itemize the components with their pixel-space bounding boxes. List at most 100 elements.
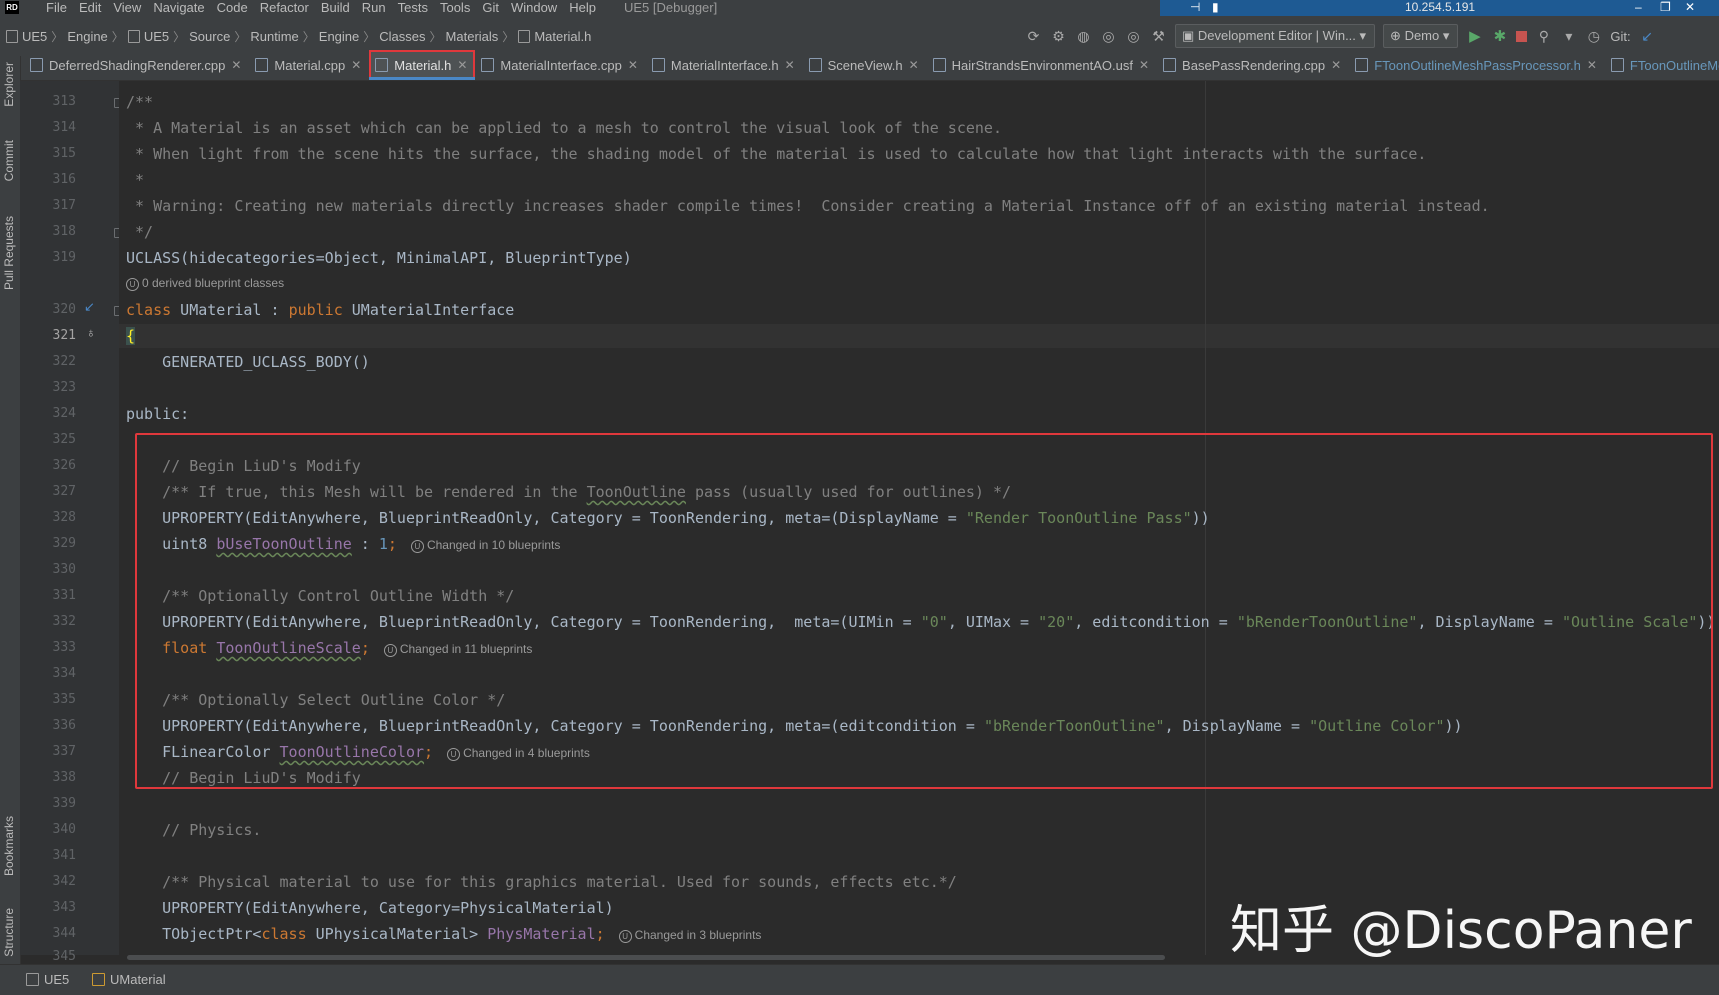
breadcrumb: UE5 〉 Engine 〉 UE5 〉 Source 〉 Runtime 〉 Engin… [6, 28, 591, 45]
override-marker-icon[interactable]: ↙ [84, 299, 95, 315]
tab-material-interface-h[interactable]: MaterialInterface.h ✕ [646, 50, 803, 80]
menu-window[interactable]: Window [505, 0, 563, 16]
line-number: 338 [52, 770, 76, 785]
tab-hair-strands-environment-ao[interactable]: HairStrandsEnvironmentAO.usf ✕ [927, 50, 1157, 80]
restore-icon[interactable]: ❐ [1660, 0, 1671, 14]
inlay-hint[interactable]: U Changed in 3 blueprints [618, 928, 761, 943]
header-file-icon [808, 58, 822, 72]
build-hammer-icon[interactable]: ⚒ [1150, 28, 1167, 45]
gear-icon[interactable]: ⚙ [1050, 28, 1067, 45]
close-icon[interactable]: ✕ [909, 58, 919, 72]
explorer-tool[interactable]: Explorer [2, 62, 16, 107]
line-number-gutter[interactable]: 313 314 315 316 317 318 319 320 321 322 … [20, 81, 124, 964]
history-icon[interactable]: ◷ [1585, 28, 1602, 45]
tab-deferred-shading-renderer[interactable]: DeferredShadingRenderer.cpp ✕ [24, 50, 249, 80]
project-select[interactable]: ⊕ Demo ▾ [1383, 24, 1459, 48]
breadcrumb-item[interactable]: UE5 〉 [6, 28, 67, 45]
tab-base-pass-rendering[interactable]: BasePassRendering.cpp ✕ [1157, 50, 1349, 80]
bookmarks-tool[interactable]: Bookmarks [2, 816, 16, 876]
horizontal-scrollbar[interactable] [127, 955, 1165, 960]
close-icon[interactable]: ✕ [1587, 58, 1597, 72]
breadcrumb-item[interactable]: Classes 〉 [379, 28, 445, 45]
chevron-right-icon: 〉 [363, 30, 376, 44]
controller-icon[interactable]: ◎ [1100, 28, 1117, 45]
menu-help[interactable]: Help [563, 0, 602, 16]
line-number: 330 [52, 562, 76, 577]
breadcrumb-item[interactable]: Engine 〉 [67, 28, 128, 45]
attach-icon[interactable]: ⚲ [1535, 28, 1552, 45]
chevron-down-icon: ▾ [1439, 28, 1450, 43]
menu-run[interactable]: Run [356, 0, 392, 16]
menu-refactor[interactable]: Refactor [254, 0, 315, 16]
pin-icon[interactable]: ⊣ [1190, 0, 1200, 14]
run-configuration-select[interactable]: ▣ Development Editor | Win... ▾ [1175, 24, 1376, 48]
breadcrumb-item[interactable]: UE5 〉 [127, 28, 189, 45]
inlay-hint[interactable]: U Changed in 10 blueprints [410, 538, 560, 553]
inlay-hint[interactable]: U Changed in 11 blueprints [383, 642, 532, 657]
close-icon[interactable]: ✕ [1139, 58, 1149, 72]
line-number: 336 [52, 718, 76, 733]
sync-icon[interactable]: ⟳ [1025, 28, 1042, 45]
line-number: 341 [52, 848, 76, 863]
menu-file[interactable]: File [40, 0, 73, 16]
close-icon[interactable]: ✕ [785, 58, 795, 72]
tab-scene-view-h[interactable]: SceneView.h ✕ [803, 50, 927, 80]
line-number: 314 [52, 120, 76, 135]
structure-tool[interactable]: Structure [2, 908, 16, 957]
close-icon[interactable]: ✕ [1331, 58, 1341, 72]
breadcrumb-item[interactable]: Materials 〉 [446, 28, 519, 45]
run-icon[interactable]: ▶ [1466, 28, 1483, 45]
code-editor[interactable]: /** * A Material is an asset which can b… [119, 81, 1719, 955]
line-number: 343 [52, 900, 76, 915]
menu-code[interactable]: Code [211, 0, 254, 16]
unreal-icon[interactable]: ◍ [1075, 28, 1092, 45]
line-number: 337 [52, 744, 76, 759]
debug-icon[interactable]: ✱ [1491, 28, 1508, 45]
inlay-hint[interactable]: U0 derived blueprint classes [126, 276, 284, 291]
status-project[interactable]: UE5 [26, 972, 69, 987]
chevron-down-icon[interactable]: ▾ [1560, 28, 1577, 45]
menu-navigate[interactable]: Navigate [147, 0, 210, 16]
close-icon[interactable]: ✕ [351, 58, 361, 72]
cpp-file-icon [1163, 58, 1177, 72]
menu-git[interactable]: Git [476, 0, 505, 16]
bulb-icon[interactable]: ♁ [86, 325, 96, 340]
breadcrumb-item[interactable]: Material.h [518, 29, 591, 44]
git-update-icon[interactable]: ↙ [1639, 28, 1656, 45]
breadcrumb-item[interactable]: Engine 〉 [319, 28, 380, 45]
close-icon[interactable]: ✕ [628, 58, 638, 72]
menu-edit[interactable]: Edit [73, 0, 107, 16]
chevron-right-icon: 〉 [429, 30, 442, 44]
pull-requests-tool[interactable]: Pull Requests [2, 216, 16, 290]
cpp-file-icon [255, 58, 269, 72]
commit-tool[interactable]: Commit [2, 140, 16, 181]
minimize-icon[interactable]: – [1635, 0, 1642, 14]
stop-icon[interactable] [1516, 30, 1528, 42]
main-toolbar: ⟳ ⚙ ◍ ◎ ◎ ⚒ ▣ Development Editor | Win..… [1025, 24, 1656, 48]
breadcrumb-item[interactable]: Source 〉 [189, 28, 250, 45]
editor-tab-bar: DeferredShadingRenderer.cpp ✕ Material.cp… [20, 50, 1719, 81]
tab-material-interface-cpp[interactable]: MaterialInterface.cpp ✕ [475, 50, 645, 80]
line-number-current: 321 [52, 328, 76, 343]
close-icon[interactable]: ✕ [457, 58, 467, 72]
close-icon[interactable]: ✕ [231, 58, 241, 72]
menu-build[interactable]: Build [315, 0, 356, 16]
menu-view[interactable]: View [107, 0, 147, 16]
controller-alt-icon[interactable]: ◎ [1125, 28, 1142, 45]
menu-tests[interactable]: Tests [392, 0, 434, 16]
tab-material-cpp[interactable]: Material.cpp ✕ [249, 50, 369, 80]
cpp-file-icon [30, 58, 43, 72]
menu-tools[interactable]: Tools [434, 0, 476, 16]
tab-material-h[interactable]: Material.h ✕ [369, 50, 476, 80]
close-icon[interactable]: ✕ [1685, 0, 1695, 14]
tab-toon-outline-mesh-pass-processor[interactable]: FToonOutlineMeshPassProcessor.h ✕ [1349, 50, 1605, 80]
line-number: 318 [52, 224, 76, 239]
line-number: 319 [52, 250, 76, 265]
code-line: * When light from the scene hits the sur… [126, 145, 1427, 163]
code-line: /** Optionally Control Outline Width */ [126, 587, 515, 605]
inlay-hint[interactable]: U Changed in 4 blueprints [447, 746, 590, 761]
tab-toon-outline-truncated[interactable]: FToonOutlineMe [1605, 50, 1719, 80]
breadcrumb-item[interactable]: Runtime 〉 [250, 28, 318, 45]
line-number: 344 [52, 926, 76, 941]
status-symbol[interactable]: UMaterial [92, 972, 166, 987]
